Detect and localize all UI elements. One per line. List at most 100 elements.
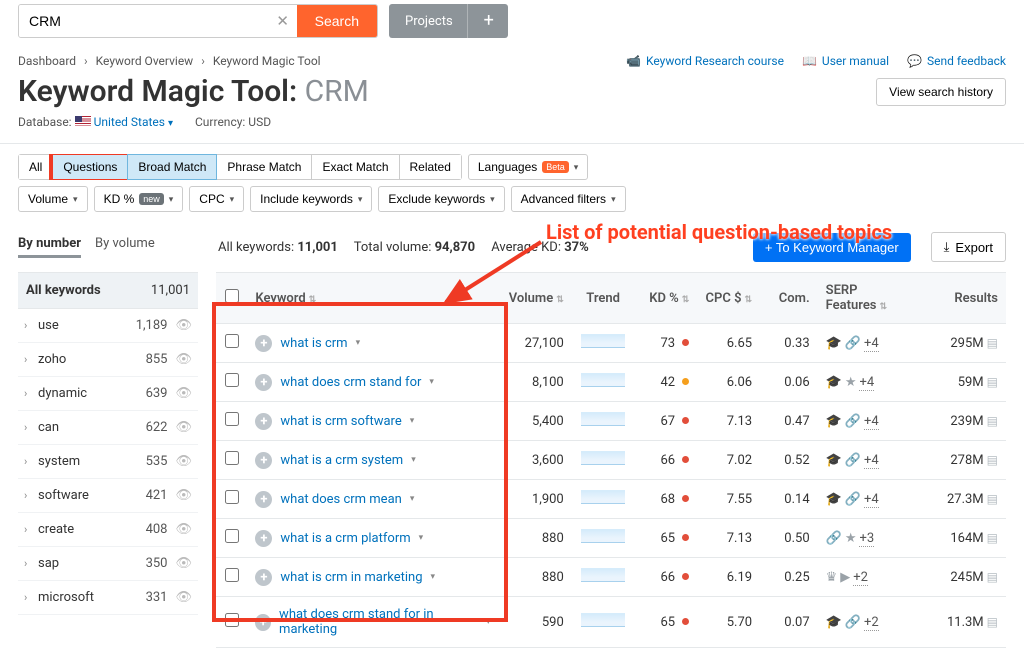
add-keyword-icon[interactable]: +: [255, 413, 272, 430]
cell-serp[interactable]: ♛▶+2: [818, 558, 923, 597]
row-checkbox[interactable]: [225, 490, 239, 504]
filter-cpc[interactable]: CPC ▾: [189, 186, 244, 212]
keyword-link[interactable]: what does crm stand for: [280, 375, 421, 390]
export-button[interactable]: ⤓Export: [931, 232, 1006, 262]
filter-kd[interactable]: KD % new ▾: [94, 186, 184, 212]
col-serp[interactable]: SERP Features⇅: [818, 273, 923, 324]
add-keyword-icon[interactable]: +: [255, 491, 272, 508]
add-keyword-icon[interactable]: +: [255, 530, 272, 547]
keyword-link[interactable]: what is a crm platform: [280, 531, 410, 546]
keyword-link[interactable]: what does crm mean: [280, 492, 401, 507]
search-input[interactable]: [19, 5, 269, 37]
row-checkbox[interactable]: [225, 613, 239, 627]
chevron-down-icon[interactable]: ▾: [419, 533, 424, 543]
cell-serp[interactable]: 🔗★+3: [818, 519, 923, 558]
sidebar-item[interactable]: › software 421 👁: [18, 479, 198, 513]
eye-icon[interactable]: 👁: [175, 556, 192, 571]
eye-icon[interactable]: 👁: [175, 488, 192, 503]
col-trend[interactable]: Trend: [572, 273, 635, 324]
sidebar-item[interactable]: › can 622 👁: [18, 411, 198, 445]
sidebar-item[interactable]: › microsoft 331 👁: [18, 581, 198, 615]
eye-icon[interactable]: 👁: [175, 386, 192, 401]
eye-icon[interactable]: 👁: [175, 454, 192, 469]
eye-icon[interactable]: 👁: [175, 522, 192, 537]
sidebar-item-count: 639: [119, 386, 167, 401]
link-feedback[interactable]: 💬Send feedback: [907, 54, 1006, 68]
keyword-link[interactable]: what does crm stand for in marketing: [279, 607, 478, 637]
select-all-checkbox[interactable]: [225, 289, 239, 303]
database-select[interactable]: United States ▾: [94, 115, 173, 129]
crumb-tool[interactable]: Keyword Magic Tool: [213, 54, 321, 68]
cell-serp[interactable]: 🎓🔗+4: [818, 480, 923, 519]
row-checkbox[interactable]: [225, 412, 239, 426]
projects-button[interactable]: Projects +: [389, 4, 508, 38]
eye-icon[interactable]: 👁: [175, 420, 192, 435]
cell-volume: 27,100: [499, 324, 572, 363]
eye-icon[interactable]: 👁: [175, 352, 192, 367]
tab-phrase[interactable]: Phrase Match: [216, 154, 312, 180]
tab-broad[interactable]: Broad Match: [127, 154, 217, 180]
row-checkbox[interactable]: [225, 529, 239, 543]
add-keyword-icon[interactable]: +: [255, 569, 272, 586]
add-keyword-icon[interactable]: +: [255, 452, 272, 469]
sort-by-number[interactable]: By number: [18, 236, 81, 258]
keyword-link[interactable]: what is crm software: [280, 414, 401, 429]
col-kd[interactable]: KD %⇅: [635, 273, 698, 324]
col-cpc[interactable]: CPC $⇅: [697, 273, 760, 324]
sidebar-item[interactable]: › sap 350 👁: [18, 547, 198, 581]
search-button[interactable]: Search: [297, 5, 377, 37]
cell-serp[interactable]: 🎓🔗+4: [818, 441, 923, 480]
chevron-down-icon[interactable]: ▾: [431, 572, 436, 582]
chevron-down-icon[interactable]: ▾: [356, 338, 361, 348]
cell-serp[interactable]: 🎓🔗+4: [818, 324, 923, 363]
chevron-right-icon: ›: [24, 319, 38, 332]
cell-serp[interactable]: 🎓★+4: [818, 363, 923, 402]
col-results[interactable]: Results: [922, 273, 1006, 324]
chevron-down-icon[interactable]: ▾: [429, 377, 434, 387]
tab-questions[interactable]: Questions: [52, 154, 128, 180]
tab-related[interactable]: Related: [399, 154, 462, 180]
row-checkbox[interactable]: [225, 334, 239, 348]
sidebar-all-keywords[interactable]: All keywords11,001: [18, 272, 198, 309]
add-keyword-icon[interactable]: +: [255, 614, 271, 631]
col-volume[interactable]: Volume⇅: [499, 273, 572, 324]
sidebar-item[interactable]: › system 535 👁: [18, 445, 198, 479]
sort-by-volume[interactable]: By volume: [95, 236, 155, 258]
view-history-button[interactable]: View search history: [876, 78, 1006, 106]
chevron-down-icon[interactable]: ▾: [410, 494, 415, 504]
chevron-down-icon[interactable]: ▾: [410, 416, 415, 426]
row-checkbox[interactable]: [225, 373, 239, 387]
keyword-link[interactable]: what is crm in marketing: [280, 570, 422, 585]
link-manual[interactable]: 📖User manual: [802, 54, 889, 68]
row-checkbox[interactable]: [225, 451, 239, 465]
add-keyword-icon[interactable]: +: [255, 335, 272, 352]
add-keyword-icon[interactable]: +: [255, 374, 272, 391]
eye-icon[interactable]: 👁: [175, 318, 192, 333]
sidebar-item[interactable]: › dynamic 639 👁: [18, 377, 198, 411]
languages-select[interactable]: Languages Beta ▾: [468, 154, 588, 180]
filter-volume[interactable]: Volume ▾: [18, 186, 88, 212]
tab-exact[interactable]: Exact Match: [311, 154, 399, 180]
tab-all[interactable]: All: [18, 154, 53, 180]
crumb-overview[interactable]: Keyword Overview: [96, 54, 194, 68]
filter-advanced[interactable]: Advanced filters ▾: [511, 186, 626, 212]
col-com[interactable]: Com.: [760, 273, 818, 324]
crumb-dashboard[interactable]: Dashboard: [18, 54, 76, 68]
col-keyword[interactable]: Keyword⇅: [247, 273, 498, 324]
filter-exclude[interactable]: Exclude keywords ▾: [378, 186, 504, 212]
chevron-down-icon[interactable]: ▾: [486, 617, 491, 627]
eye-icon[interactable]: 👁: [175, 590, 192, 605]
keyword-link[interactable]: what is crm: [280, 336, 347, 351]
cell-serp[interactable]: 🎓🔗+2: [818, 597, 923, 648]
cell-serp[interactable]: 🎓🔗+4: [818, 402, 923, 441]
keyword-link[interactable]: what is a crm system: [280, 453, 403, 468]
row-checkbox[interactable]: [225, 568, 239, 582]
link-course[interactable]: 📹Keyword Research course: [626, 54, 784, 68]
sidebar-item[interactable]: › create 408 👁: [18, 513, 198, 547]
plus-icon[interactable]: +: [467, 4, 508, 38]
chevron-down-icon[interactable]: ▾: [411, 455, 416, 465]
clear-icon[interactable]: ✕: [269, 5, 297, 37]
sidebar-item[interactable]: › use 1,189 👁: [18, 309, 198, 343]
sidebar-item[interactable]: › zoho 855 👁: [18, 343, 198, 377]
filter-include[interactable]: Include keywords ▾: [250, 186, 372, 212]
